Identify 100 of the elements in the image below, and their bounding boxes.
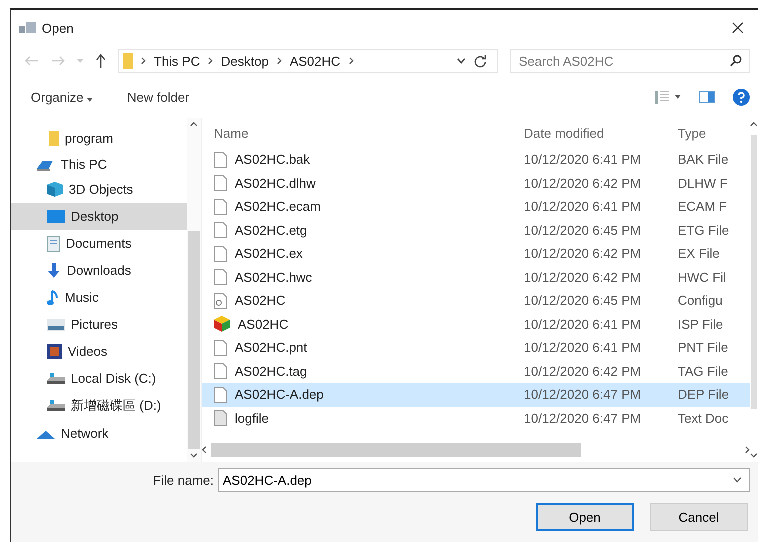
scroll-up-icon[interactable] (750, 122, 758, 127)
picture-icon (47, 318, 65, 330)
breadcrumb[interactable]: Desktop (221, 54, 269, 68)
preview-pane-icon[interactable] (699, 91, 715, 103)
file-row[interactable]: AS02HC.pnt 10/12/2020 6:41 PM PNT File (202, 336, 750, 360)
file-row[interactable]: logfile 10/12/2020 6:47 PM Text Doc (202, 406, 750, 430)
file-name: AS02HC (235, 293, 286, 308)
type-cell-text: DEP File (678, 387, 730, 402)
settings-file-icon (214, 292, 227, 309)
sidebar-item[interactable]: program (11, 127, 187, 150)
down-arrow-icon (47, 263, 61, 278)
chevron-icon (141, 57, 146, 65)
network-icon (37, 428, 55, 438)
date-cell-text: 10/12/2020 6:47 PM (524, 410, 642, 426)
refresh-icon[interactable] (474, 54, 487, 68)
text-file-icon (214, 410, 227, 426)
column-header[interactable]: Name (202, 126, 524, 140)
file-name: AS02HC.hwc (235, 270, 312, 285)
file-name: logfile (235, 410, 269, 426)
file-name: AS02HC.dlhw (235, 176, 316, 191)
dropdown-icon[interactable] (457, 58, 466, 64)
window-title: Open (42, 20, 74, 36)
sidebar-item[interactable]: Music (11, 284, 187, 311)
type-cell-text: BAK File (678, 152, 730, 168)
date-cell-text: 10/12/2020 6:41 PM (524, 316, 642, 332)
file-row[interactable]: AS02HC-A.dep 10/12/2020 6:47 PM DEP File (202, 383, 750, 406)
cancel-button[interactable]: Cancel (650, 503, 748, 531)
sidebar-item[interactable]: Local Disk (C:) (11, 365, 187, 392)
date-cell-text: 10/12/2020 6:47 PM (524, 387, 642, 402)
type-cell-text: PNT File (678, 340, 730, 356)
file-row[interactable]: AS02HC.ecam 10/12/2020 6:41 PM ECAM F (202, 195, 750, 218)
cube-icon (47, 182, 63, 197)
sidebar-item[interactable]: Downloads (11, 257, 187, 284)
file-row[interactable]: AS02HC.dlhw 10/12/2020 6:42 PM DLHW F (202, 172, 750, 195)
cube-icon (214, 316, 230, 332)
scroll-up-icon[interactable] (190, 122, 198, 127)
type-cell-text: ECAM F (678, 199, 728, 214)
file-name: AS02HC.pnt (235, 340, 308, 356)
file-icon (214, 198, 227, 215)
open-button[interactable]: Open (536, 503, 634, 531)
column-header[interactable]: Date modified (524, 126, 678, 140)
sidebar-item[interactable]: 新增磁碟區 (D:) (11, 392, 187, 419)
file-row[interactable]: AS02HC.ex 10/12/2020 6:42 PM EX File (202, 242, 750, 266)
folder-icon (49, 131, 59, 146)
folder-icon (123, 53, 133, 69)
sidebar-item[interactable]: Pictures (11, 311, 187, 338)
type-cell-text: TAG File (678, 364, 730, 379)
caret-icon (87, 98, 94, 102)
file-icon (214, 175, 227, 192)
sidebar-item[interactable]: 3D Objects (11, 176, 187, 203)
date-cell-text: 10/12/2020 6:42 PM (524, 246, 642, 262)
type-cell-text: HWC Fil (678, 270, 728, 285)
app-icon (19, 20, 37, 36)
file-row[interactable]: AS02HC.tag 10/12/2020 6:42 PM TAG File (202, 360, 750, 383)
dropdown-icon (733, 477, 742, 483)
computer-icon (37, 158, 55, 170)
type-cell-text: Configu (678, 293, 724, 308)
breadcrumb[interactable]: This PC (154, 54, 200, 68)
breadcrumb[interactable]: AS02HC (290, 54, 341, 68)
file-row[interactable]: AS02HC 10/12/2020 6:45 PM Configu (202, 289, 750, 312)
file-name: AS02HC.bak (235, 152, 310, 168)
column-header[interactable]: Type (678, 126, 736, 140)
help-icon[interactable] (733, 88, 750, 106)
file-row[interactable]: AS02HC.hwc 10/12/2020 6:42 PM HWC Fil (202, 266, 750, 289)
music-note-icon (47, 290, 59, 306)
scroll-down-icon[interactable] (750, 453, 758, 458)
scroll-left-icon[interactable] (202, 446, 207, 454)
date-cell-text: 10/12/2020 6:41 PM (524, 152, 642, 168)
file-row[interactable]: AS02HC 10/12/2020 6:41 PM ISP File (202, 312, 750, 336)
caret-icon[interactable] (675, 95, 681, 99)
search-field[interactable]: Search AS02HC (510, 49, 750, 73)
disk-drive-icon (47, 373, 65, 384)
type-cell-text: ISP File (678, 316, 724, 332)
sidebar-item[interactable]: Videos (11, 338, 187, 365)
date-cell-text: 10/12/2020 6:41 PM (524, 199, 642, 214)
up-arrow-icon[interactable] (96, 54, 106, 68)
horizontal-scrollbar[interactable] (202, 442, 750, 458)
sidebar-item[interactable]: This PC (11, 153, 187, 176)
close-icon[interactable] (732, 22, 744, 34)
sidebar-item[interactable]: Desktop (11, 203, 187, 230)
address-bar[interactable]: This PC Desktop AS02HC (118, 49, 498, 73)
file-row[interactable]: AS02HC.etg 10/12/2020 6:45 PM ETG File (202, 218, 750, 242)
file-name: AS02HC.tag (235, 364, 308, 379)
file-name: AS02HC.ex (235, 246, 303, 262)
new-folder-button[interactable]: New folder (121, 86, 196, 108)
scroll-down-icon[interactable] (190, 453, 198, 458)
type-cell-text: Text Doc (678, 410, 730, 426)
date-cell-text: 10/12/2020 6:42 PM (524, 270, 642, 285)
date-cell-text: 10/12/2020 6:45 PM (524, 222, 642, 238)
sidebar-item[interactable]: Documents (11, 230, 187, 257)
file-name-label: File name: (153, 472, 214, 488)
file-name-field[interactable]: AS02HC-A.dep (218, 468, 750, 492)
organize-menu-button[interactable]: Organize (25, 86, 100, 108)
file-icon (214, 152, 227, 168)
sidebar-scrollbar[interactable] (187, 118, 201, 462)
scroll-right-icon[interactable] (745, 446, 750, 454)
chevron-icon (208, 57, 214, 65)
file-row[interactable]: AS02HC.bak 10/12/2020 6:41 PM BAK File (202, 148, 750, 172)
file-name: AS02HC-A.dep (235, 387, 324, 402)
sidebar-item[interactable]: Network (11, 422, 187, 445)
